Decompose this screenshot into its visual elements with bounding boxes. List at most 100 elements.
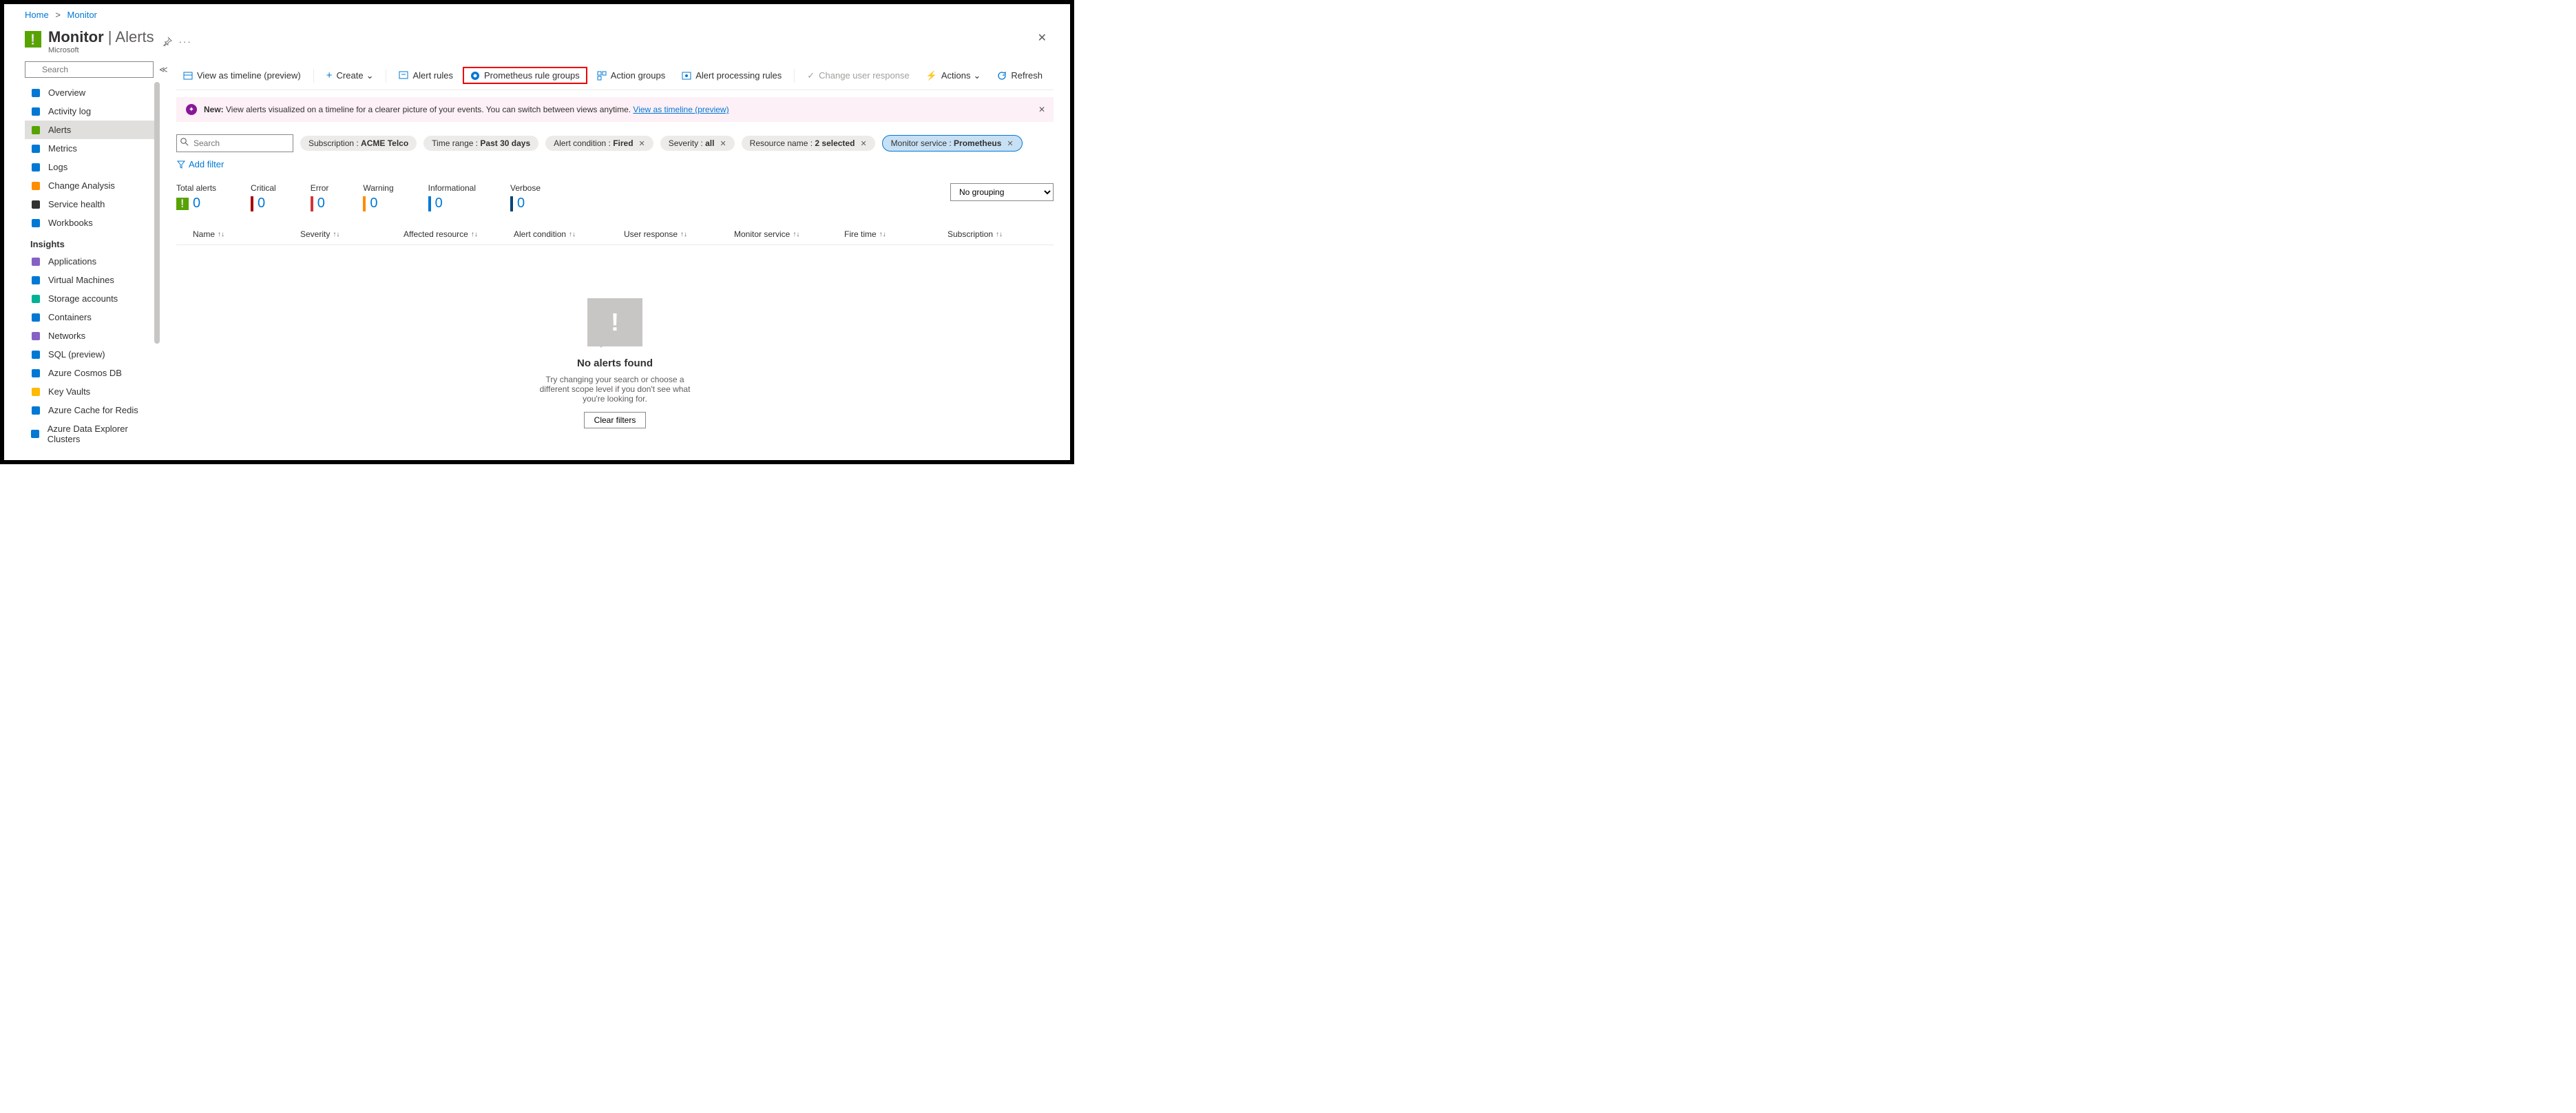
sidebar-item-azure-cosmos-db[interactable]: Azure Cosmos DB bbox=[25, 364, 160, 382]
stat-informational[interactable]: Informational0 bbox=[428, 183, 476, 211]
more-menu[interactable]: ··· bbox=[179, 37, 192, 47]
stat-warning[interactable]: Warning0 bbox=[363, 183, 393, 211]
stat-error[interactable]: Error0 bbox=[311, 183, 329, 211]
prometheus-rule-groups-button[interactable]: Prometheus rule groups bbox=[463, 67, 587, 84]
col-alert-condition[interactable]: Alert condition↑↓ bbox=[514, 229, 624, 239]
network-icon bbox=[30, 331, 41, 341]
chart-icon bbox=[30, 144, 41, 154]
nav-label: Workbooks bbox=[48, 218, 93, 228]
sidebar-item-activity-log[interactable]: Activity log bbox=[25, 102, 160, 121]
sidebar-item-logs[interactable]: Logs bbox=[25, 158, 160, 176]
nav-label: Virtual Machines bbox=[48, 275, 114, 285]
filter-resource-name-[interactable]: Resource name : 2 selected✕ bbox=[742, 136, 875, 151]
col-fire-time[interactable]: Fire time↑↓ bbox=[844, 229, 947, 239]
sidebar-item-sql-preview-[interactable]: SQL (preview) bbox=[25, 345, 160, 364]
sidebar-item-networks[interactable]: Networks bbox=[25, 326, 160, 345]
filter-monitor-service-[interactable]: Monitor service : Prometheus✕ bbox=[882, 135, 1023, 152]
stat-verbose[interactable]: Verbose0 bbox=[510, 183, 541, 211]
filter-alert-condition-[interactable]: Alert condition : Fired✕ bbox=[545, 136, 653, 151]
sidebar-item-azure-data-explorer-clusters[interactable]: Azure Data Explorer Clusters bbox=[25, 419, 160, 448]
add-filter-button[interactable]: Add filter bbox=[176, 159, 224, 169]
stat-critical[interactable]: Critical0 bbox=[251, 183, 276, 211]
action-groups-button[interactable]: Action groups bbox=[590, 67, 673, 83]
app-icon bbox=[30, 257, 41, 267]
col-affected-resource[interactable]: Affected resource↑↓ bbox=[404, 229, 514, 239]
filter-time-range-[interactable]: Time range : Past 30 days bbox=[423, 136, 538, 151]
banner-timeline-link[interactable]: View as timeline (preview) bbox=[633, 105, 729, 114]
nav-label: Containers bbox=[48, 312, 92, 322]
section-insights: Insights bbox=[25, 232, 160, 252]
create-button[interactable]: + Create ⌄ bbox=[320, 67, 381, 84]
nav-label: SQL (preview) bbox=[48, 349, 105, 360]
col-subscription[interactable]: Subscription↑↓ bbox=[947, 229, 1030, 239]
stat-total-alerts[interactable]: Total alerts❕0 bbox=[176, 183, 216, 211]
monitor-alert-icon: ❕ bbox=[25, 31, 41, 48]
alerts-search[interactable] bbox=[176, 134, 293, 152]
nav-label: Metrics bbox=[48, 143, 77, 154]
remove-filter-icon[interactable]: ✕ bbox=[860, 139, 866, 148]
scrollbar[interactable] bbox=[154, 82, 160, 344]
alert-processing-rules-button[interactable]: Alert processing rules bbox=[675, 67, 788, 83]
nav-label: Alerts bbox=[48, 125, 71, 135]
sidebar-item-workbooks[interactable]: Workbooks bbox=[25, 214, 160, 232]
alert-rules-button[interactable]: Alert rules bbox=[392, 67, 460, 83]
logs-icon bbox=[30, 163, 41, 172]
prometheus-icon bbox=[470, 71, 480, 81]
nav-label: Azure Cosmos DB bbox=[48, 368, 122, 378]
nav-label: Activity log bbox=[48, 106, 91, 116]
sort-icon: ↑↓ bbox=[333, 231, 339, 238]
col-monitor-service[interactable]: Monitor service↑↓ bbox=[734, 229, 844, 239]
book-icon bbox=[30, 218, 41, 228]
sidebar-item-storage-accounts[interactable]: Storage accounts bbox=[25, 289, 160, 308]
empty-text: Try changing your search or choose a dif… bbox=[539, 375, 691, 404]
cosmos-icon bbox=[30, 368, 41, 378]
close-button[interactable]: ✕ bbox=[1035, 28, 1049, 48]
sidebar-item-key-vaults[interactable]: Key Vaults bbox=[25, 382, 160, 401]
search-icon bbox=[180, 138, 189, 146]
breadcrumb-monitor[interactable]: Monitor bbox=[67, 10, 97, 20]
remove-filter-icon[interactable]: ✕ bbox=[1007, 139, 1013, 148]
filter-subscription-[interactable]: Subscription : ACME Telco bbox=[300, 136, 417, 151]
vendor-label: Microsoft bbox=[48, 46, 154, 54]
pin-icon[interactable] bbox=[163, 37, 172, 46]
clear-filters-button[interactable]: Clear filters bbox=[584, 412, 647, 428]
sidebar-item-metrics[interactable]: Metrics bbox=[25, 139, 160, 158]
refresh-icon bbox=[997, 71, 1007, 81]
sidebar-item-applications[interactable]: Applications bbox=[25, 252, 160, 271]
remove-filter-icon[interactable]: ✕ bbox=[720, 139, 726, 148]
actions-dropdown[interactable]: ⚡ Actions ⌄ bbox=[919, 67, 988, 84]
storage-icon bbox=[30, 294, 41, 304]
sidebar-search[interactable] bbox=[25, 61, 154, 78]
grouping-select[interactable]: No grouping bbox=[950, 183, 1054, 201]
banner-new-icon: ✦ bbox=[186, 104, 197, 115]
col-name[interactable]: Name↑↓ bbox=[176, 229, 300, 239]
info-banner: ✦ New: View alerts visualized on a timel… bbox=[176, 97, 1054, 122]
change-user-response-button: ✓ Change user response bbox=[800, 67, 916, 84]
filter-severity-[interactable]: Severity : all✕ bbox=[660, 136, 735, 151]
sidebar-item-service-health[interactable]: Service health bbox=[25, 195, 160, 214]
breadcrumb-home[interactable]: Home bbox=[25, 10, 49, 20]
sidebar-item-change-analysis[interactable]: Change Analysis bbox=[25, 176, 160, 195]
collapse-sidebar-icon[interactable]: ≪ bbox=[159, 65, 168, 74]
gauge-icon bbox=[30, 88, 41, 98]
action-groups-icon bbox=[597, 71, 607, 81]
nav-label: Key Vaults bbox=[48, 386, 90, 397]
timeline-icon bbox=[183, 71, 193, 81]
remove-filter-icon[interactable]: ✕ bbox=[639, 139, 645, 148]
sidebar-item-overview[interactable]: Overview bbox=[25, 83, 160, 102]
sidebar-item-azure-cache-for-redis[interactable]: Azure Cache for Redis bbox=[25, 401, 160, 419]
sidebar-item-virtual-machines[interactable]: Virtual Machines bbox=[25, 271, 160, 289]
col-user-response[interactable]: User response↑↓ bbox=[624, 229, 734, 239]
sidebar-item-alerts[interactable]: Alerts bbox=[25, 121, 160, 139]
col-severity[interactable]: Severity↑↓ bbox=[300, 229, 404, 239]
nav-list: Overview Activity log Alerts Metrics LogsCha… bbox=[25, 83, 160, 460]
table-header: Name↑↓Severity↑↓Affected resource↑↓Alert… bbox=[176, 224, 1054, 245]
rules-icon bbox=[399, 71, 408, 81]
sort-icon: ↑↓ bbox=[569, 231, 576, 238]
container-icon bbox=[30, 313, 41, 322]
refresh-button[interactable]: Refresh bbox=[990, 67, 1049, 83]
banner-close-icon[interactable]: ✕ bbox=[1038, 105, 1045, 114]
breadcrumb: Home > Monitor bbox=[4, 4, 1070, 25]
sidebar-item-containers[interactable]: Containers bbox=[25, 308, 160, 326]
view-timeline-button[interactable]: View as timeline (preview) bbox=[176, 67, 308, 83]
